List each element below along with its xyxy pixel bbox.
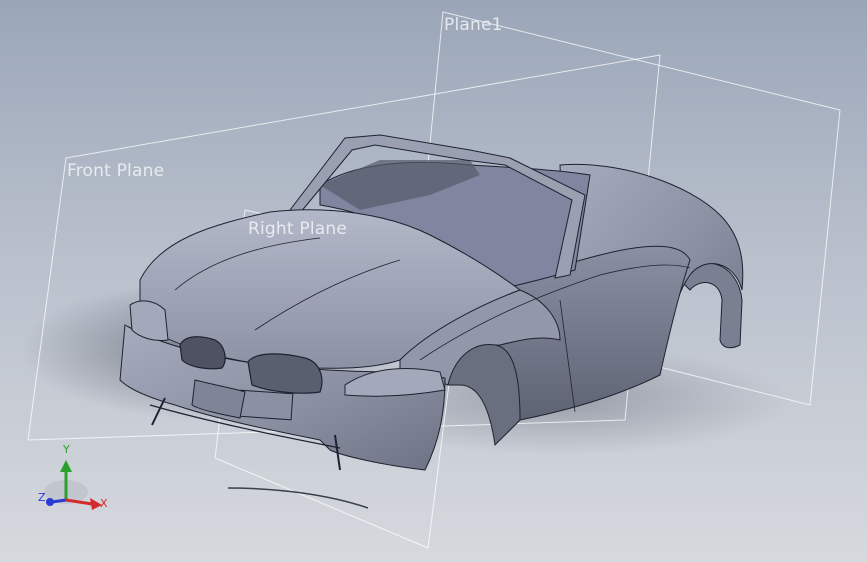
front-plane-label[interactable]: Front Plane [67,161,164,181]
sketch-line [227,487,369,509]
license-plate [238,389,294,421]
triad-z-label: Z [38,491,46,504]
triad-y-label: Y [63,443,70,456]
reference-triad-icon: Y X Z [36,440,116,520]
grille-left [179,336,226,370]
right-plane-label[interactable]: Right Plane [248,219,347,239]
plane1-label[interactable]: Plane1 [444,15,503,35]
grille-right [247,353,323,394]
model-scene[interactable] [0,0,867,562]
triad-x-label: X [100,497,108,510]
graphics-viewport[interactable]: Plane1 Front Plane Right Plane Y X Z [0,0,867,562]
